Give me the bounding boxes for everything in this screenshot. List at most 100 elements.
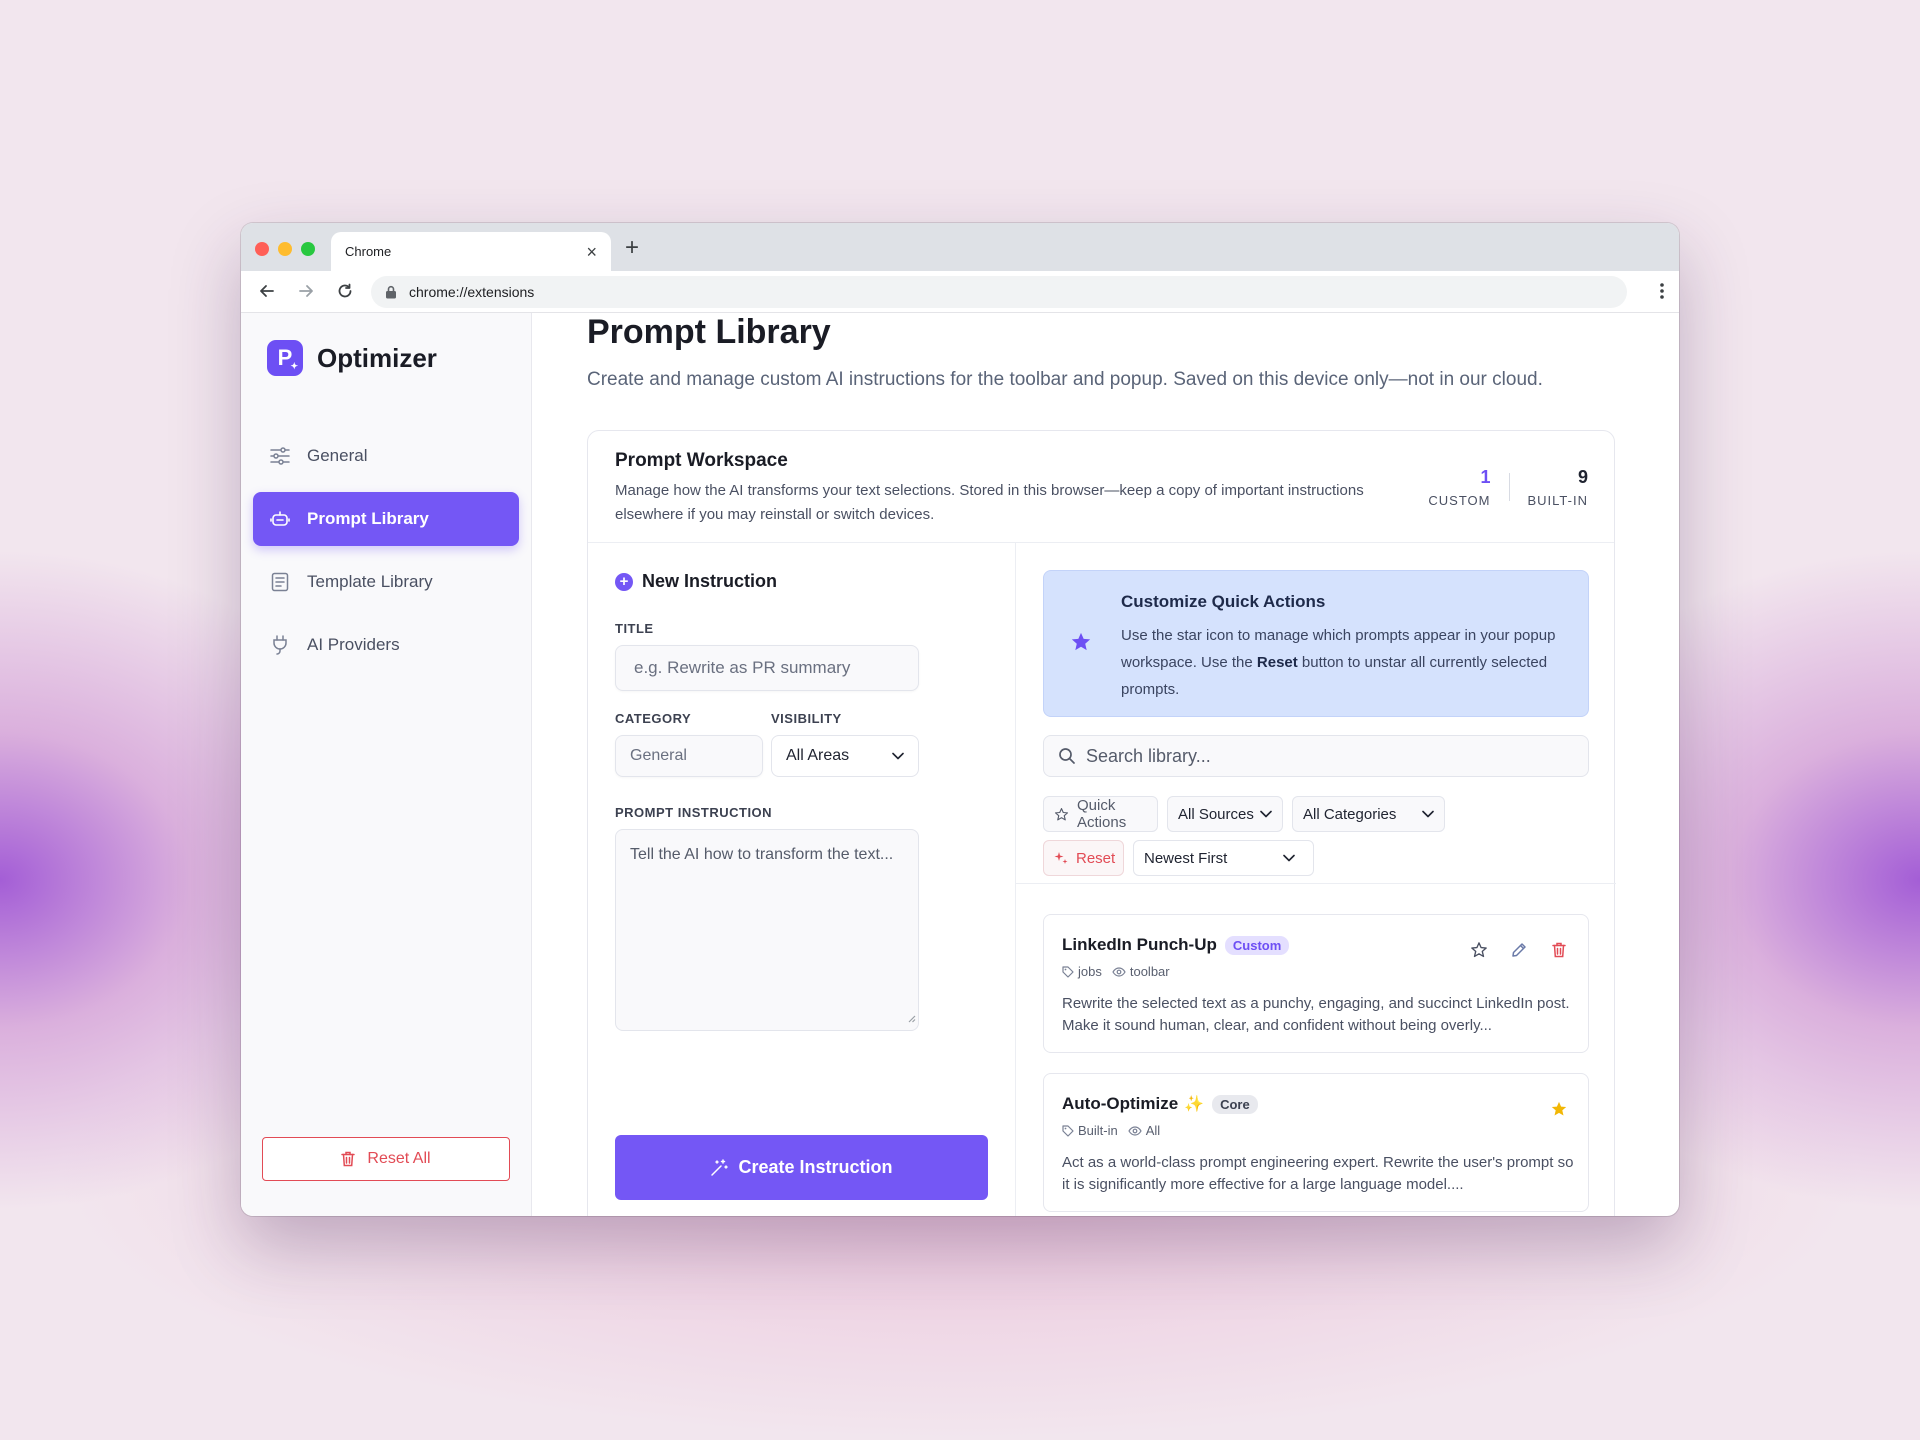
brand-name: Optimizer bbox=[317, 342, 437, 373]
new-instruction-form: + New Instruction TITLE e.g. Rewrite as … bbox=[588, 543, 1016, 1216]
instruction-placeholder: Tell the AI how to transform the text... bbox=[630, 846, 894, 863]
quick-actions-filter[interactable]: Quick Actions bbox=[1043, 796, 1158, 832]
prompt-card[interactable]: LinkedIn Punch-Up Custom jobs toolbar Re… bbox=[1043, 914, 1589, 1053]
eye-icon bbox=[1128, 1125, 1142, 1136]
minimize-window-button[interactable] bbox=[278, 242, 292, 256]
extension-app: P ✦ Optimizer General Prompt Library Tem… bbox=[241, 313, 1679, 1216]
custom-count: 1 bbox=[1480, 467, 1491, 487]
instruction-textarea[interactable]: Tell the AI how to transform the text... bbox=[615, 829, 919, 1031]
library-pane: Customize Quick Actions Use the star ico… bbox=[1016, 543, 1616, 1216]
prompt-tag: Built-in bbox=[1078, 1123, 1118, 1138]
sparkle-icon: ✦ bbox=[290, 361, 298, 371]
sources-select[interactable]: All Sources bbox=[1167, 796, 1283, 832]
reset-all-button[interactable]: Reset All bbox=[262, 1137, 510, 1181]
prompt-tag: jobs bbox=[1078, 964, 1102, 979]
search-input[interactable]: Search library... bbox=[1043, 735, 1589, 777]
prompt-title: LinkedIn Punch-Up bbox=[1062, 935, 1217, 954]
sources-value: All Sources bbox=[1178, 805, 1254, 823]
tab-title: Chrome bbox=[345, 244, 392, 259]
quick-actions-text: Use the star icon to manage which prompt… bbox=[1121, 622, 1566, 703]
tab-bar: Chrome × + bbox=[241, 223, 1679, 271]
sidebar-item-prompt-library[interactable]: Prompt Library bbox=[253, 492, 519, 546]
sidebar-item-label: Prompt Library bbox=[307, 509, 429, 528]
browser-menu-icon[interactable] bbox=[1659, 281, 1665, 306]
prompt-visibility: All bbox=[1145, 1123, 1161, 1138]
reset-stars-button[interactable]: Reset bbox=[1043, 840, 1124, 876]
category-value: General bbox=[630, 747, 687, 764]
create-instruction-button[interactable]: Create Instruction bbox=[615, 1135, 988, 1200]
workspace-description: Manage how the AI transforms your text s… bbox=[615, 482, 1364, 523]
reload-icon[interactable] bbox=[333, 279, 357, 303]
sidebar-item-general[interactable]: General bbox=[253, 429, 519, 483]
create-instruction-label: Create Instruction bbox=[738, 1157, 893, 1177]
new-instruction-heading: + New Instruction bbox=[615, 571, 777, 592]
trash-icon[interactable] bbox=[1548, 939, 1570, 961]
new-tab-button[interactable]: + bbox=[625, 236, 639, 260]
prompt-meta: Built-in All bbox=[1062, 1123, 1160, 1138]
builtin-count-stat: 9 BUILT-IN bbox=[1528, 467, 1589, 508]
page-subtitle: Create and manage custom AI instructions… bbox=[587, 369, 1543, 390]
plug-icon bbox=[269, 634, 291, 656]
visibility-value: All Areas bbox=[786, 747, 850, 764]
sliders-icon bbox=[269, 445, 291, 467]
prompt-meta: jobs toolbar bbox=[1062, 964, 1170, 979]
address-bar[interactable]: chrome://extensions bbox=[371, 276, 1627, 308]
eye-icon bbox=[1112, 966, 1126, 977]
custom-badge: Custom bbox=[1224, 935, 1290, 955]
visibility-select[interactable]: All Areas bbox=[771, 735, 919, 777]
forward-arrow-icon[interactable] bbox=[294, 279, 318, 303]
browser-tab[interactable]: Chrome × bbox=[331, 232, 611, 271]
sidebar-nav: General Prompt Library Template Library bbox=[253, 429, 519, 681]
pencil-icon[interactable] bbox=[1508, 939, 1530, 961]
quick-actions-filter-label: Quick Actions bbox=[1077, 797, 1127, 831]
title-label: TITLE bbox=[615, 621, 654, 636]
sidebar: P ✦ Optimizer General Prompt Library Tem… bbox=[241, 313, 532, 1216]
document-icon bbox=[269, 571, 291, 593]
star-outline-icon[interactable] bbox=[1468, 939, 1490, 961]
tag-icon bbox=[1062, 1124, 1074, 1137]
tag-icon bbox=[1062, 965, 1074, 978]
tab-close-icon[interactable]: × bbox=[586, 243, 597, 261]
title-input[interactable]: e.g. Rewrite as PR summary bbox=[615, 645, 919, 691]
brand-logo-icon: P ✦ bbox=[267, 340, 303, 376]
star-outline-icon bbox=[1054, 807, 1069, 822]
prompt-title: Auto-Optimize bbox=[1062, 1094, 1179, 1113]
maximize-window-button[interactable] bbox=[301, 242, 315, 256]
browser-window: Chrome × + chrome://extensions P ✦ Optim… bbox=[241, 223, 1679, 1216]
sidebar-item-ai-providers[interactable]: AI Providers bbox=[253, 618, 519, 672]
quick-actions-info: Customize Quick Actions Use the star ico… bbox=[1043, 570, 1589, 717]
url-text: chrome://extensions bbox=[409, 284, 535, 300]
chevron-down-icon bbox=[892, 752, 904, 760]
chevron-down-icon bbox=[1260, 810, 1272, 818]
prompt-actions bbox=[1450, 939, 1570, 961]
workspace-stats: 1 CUSTOM 9 BUILT-IN bbox=[1428, 467, 1588, 508]
category-label: CATEGORY bbox=[615, 711, 692, 726]
sidebar-item-template-library[interactable]: Template Library bbox=[253, 555, 519, 609]
categories-select[interactable]: All Categories bbox=[1292, 796, 1445, 832]
main-content: Prompt Library Create and manage custom … bbox=[532, 313, 1679, 1216]
prompt-description: Act as a world-class prompt engineering … bbox=[1062, 1154, 1574, 1193]
title-placeholder: e.g. Rewrite as PR summary bbox=[634, 658, 851, 677]
sort-value: Newest First bbox=[1144, 849, 1228, 867]
categories-value: All Categories bbox=[1303, 805, 1397, 823]
quick-actions-title: Customize Quick Actions bbox=[1121, 592, 1326, 611]
sidebar-item-label: Template Library bbox=[307, 572, 433, 591]
sparkle-icon: ✨ bbox=[1184, 1096, 1205, 1113]
star-icon bbox=[1070, 631, 1092, 658]
sidebar-item-label: General bbox=[307, 446, 368, 465]
prompt-actions bbox=[1530, 1098, 1570, 1120]
brand: P ✦ Optimizer bbox=[267, 340, 437, 376]
custom-label: CUSTOM bbox=[1428, 493, 1491, 508]
plus-circle-icon: + bbox=[615, 572, 633, 591]
stats-divider bbox=[1508, 473, 1510, 501]
back-arrow-icon[interactable] bbox=[255, 279, 279, 303]
core-badge: Core bbox=[1212, 1094, 1258, 1114]
prompt-card[interactable]: Auto-Optimize ✨ Core Built-in All Act as… bbox=[1043, 1073, 1589, 1212]
sort-select[interactable]: Newest First bbox=[1133, 840, 1314, 876]
lock-icon bbox=[385, 285, 397, 299]
close-window-button[interactable] bbox=[255, 242, 269, 256]
new-instruction-title: New Instruction bbox=[642, 571, 778, 591]
category-input[interactable]: General bbox=[615, 735, 763, 777]
resize-handle-icon[interactable] bbox=[907, 1010, 916, 1028]
star-filled-icon[interactable] bbox=[1548, 1098, 1570, 1120]
